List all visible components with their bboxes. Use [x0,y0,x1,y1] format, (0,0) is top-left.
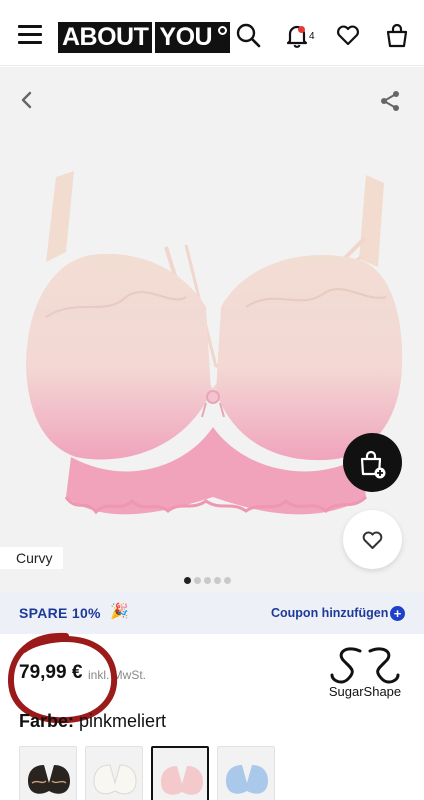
bag-plus-icon [360,450,386,479]
share-icon[interactable] [378,89,402,113]
pagination-dot[interactable] [224,577,231,584]
search-icon[interactable] [235,22,261,48]
heart-icon[interactable] [335,22,361,48]
pagination-dot[interactable] [184,577,191,584]
heart-outline-icon [362,531,383,549]
color-value: pinkmeliert [79,711,167,731]
product-price: 79,99 € [19,662,83,683]
sugarshape-brand-logo[interactable]: SugarShape [320,645,410,700]
logo-about: ABOUT [58,22,153,53]
bell-icon[interactable] [284,22,310,48]
vat-note: inkl. MwSt. [88,668,147,682]
curvy-badge: Curvy [0,547,63,569]
product-gallery[interactable]: Curvy [0,67,424,592]
add-to-cart-button[interactable] [343,433,402,492]
wishlist-button[interactable] [343,510,402,569]
swatch-pink-selected[interactable] [151,746,209,800]
swatch-white[interactable] [85,746,143,800]
pagination-dot[interactable] [214,577,221,584]
pagination-dot[interactable] [194,577,201,584]
logo-ring-icon [218,26,228,35]
promo-banner: SPARE 10% 🎉 Coupon hinzufügen + [0,592,424,634]
party-popper-icon: 🎉 [110,603,129,620]
pagination-dot[interactable] [204,577,211,584]
menu-icon[interactable] [18,25,42,45]
notification-count: 4 [309,31,315,42]
swatch-blue[interactable] [217,746,275,800]
about-you-logo[interactable]: ABOUT YOU [58,22,231,53]
brand-name: SugarShape [329,684,401,699]
back-arrow-icon[interactable] [16,89,38,111]
notification-dot [298,26,305,33]
swatch-black-image [28,765,70,794]
logo-you-text: YOU [159,23,213,51]
color-label-title: Farbe: [19,711,75,731]
swatch-white-image [93,764,137,795]
top-header: ABOUT YOU 4 [0,0,424,66]
swatch-pink-image [161,766,203,795]
color-swatches [19,746,275,800]
add-coupon-link[interactable]: Coupon hinzufügen [271,606,388,620]
shopping-bag-icon[interactable] [384,22,410,48]
gallery-pagination[interactable] [184,577,231,584]
swatch-black[interactable] [19,746,77,800]
add-coupon-plus-icon[interactable]: + [390,606,405,621]
logo-you: YOU [155,22,231,53]
swatch-blue-image [226,765,268,794]
promo-text: SPARE 10% [19,605,101,621]
color-label: Farbe: pinkmeliert [19,711,166,732]
